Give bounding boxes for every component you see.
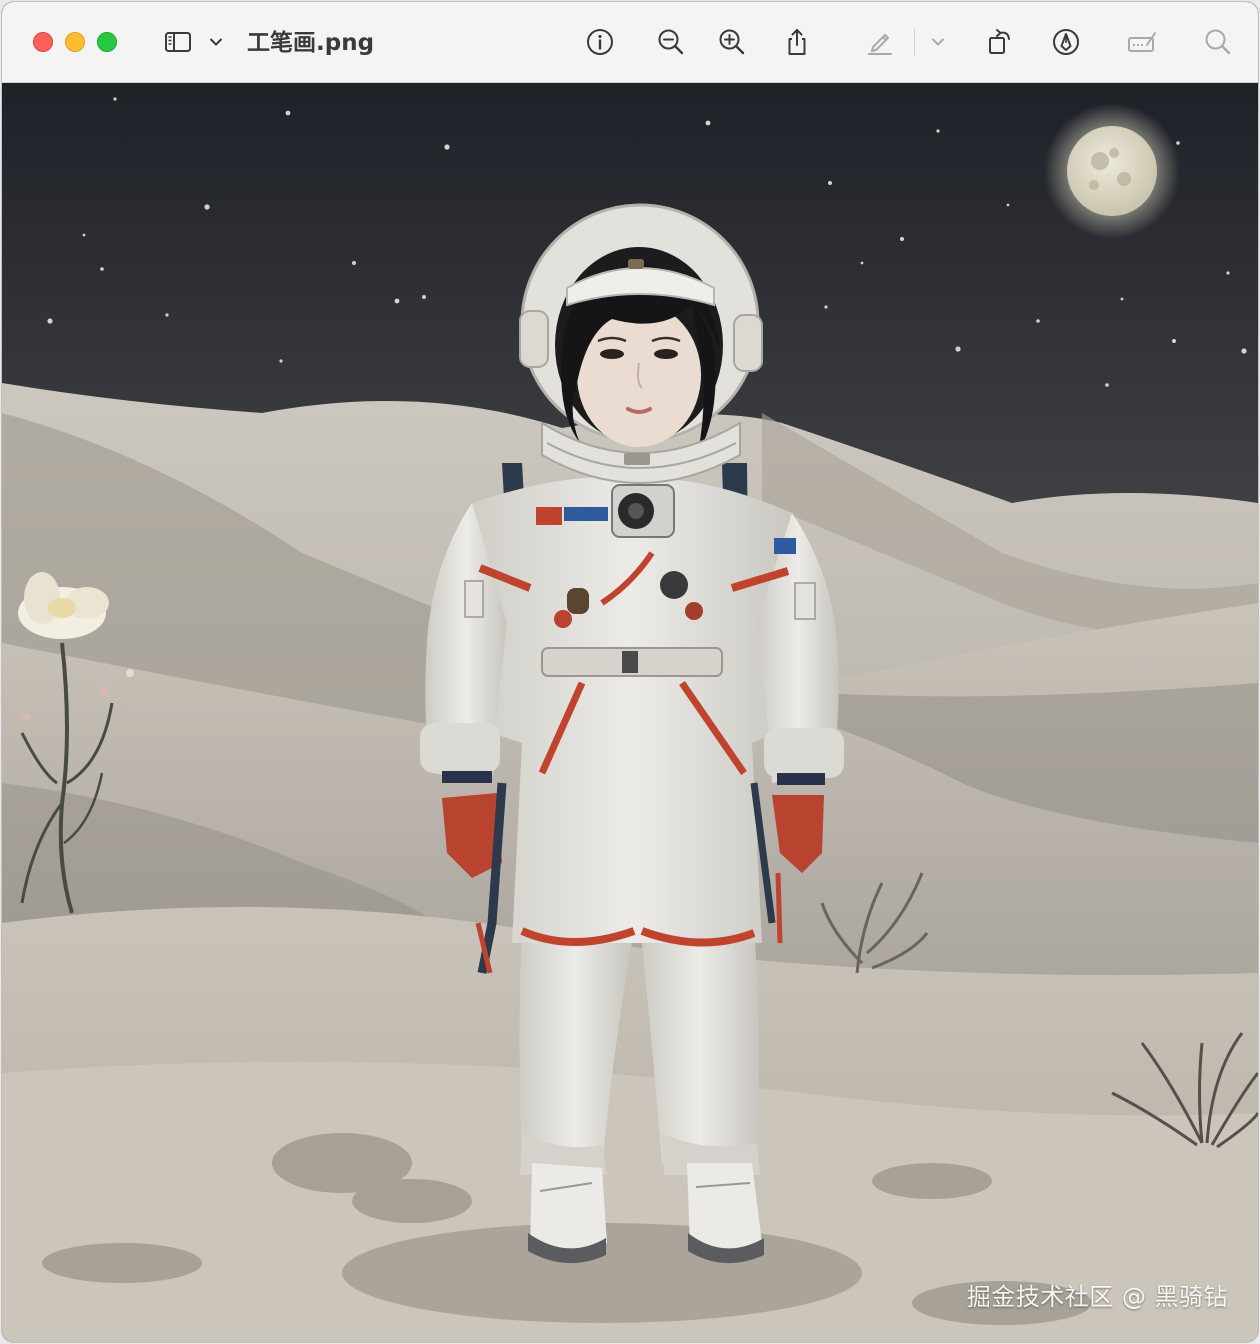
moon: [1067, 126, 1157, 216]
window-title: 工笔画.png: [247, 30, 375, 56]
zoom-in-button[interactable]: [714, 24, 750, 60]
info-icon: [587, 29, 613, 55]
search-button[interactable]: [1200, 24, 1236, 60]
chevron-down-icon: [210, 38, 222, 46]
pen-circle-icon: [1053, 29, 1079, 55]
toolbar: 工笔画.png: [2, 2, 1258, 83]
share-icon: [788, 29, 806, 55]
signature-icon: [1128, 32, 1156, 52]
chevron-down-icon: [932, 38, 944, 46]
astronaut-girl-painting: [2, 83, 1258, 1342]
watermark: 掘金技术社区 @ 黑骑钻: [966, 1283, 1228, 1311]
share-button[interactable]: [779, 24, 815, 60]
sidebar-toggle-button[interactable]: [160, 24, 196, 60]
image-canvas[interactable]: 掘金技术社区 @ 黑骑钻: [2, 83, 1258, 1342]
zoom-in-icon: [719, 29, 745, 55]
rotate-icon: [989, 29, 1010, 54]
zoom-out-icon: [658, 29, 684, 55]
markup-menu-button[interactable]: [920, 24, 956, 60]
pencil-icon: [868, 34, 892, 55]
minimize-button[interactable]: [65, 32, 85, 52]
form-fill-button[interactable]: [1124, 24, 1160, 60]
close-button[interactable]: [33, 32, 53, 52]
zoom-button[interactable]: [97, 32, 117, 52]
sidebar-menu-button[interactable]: [198, 24, 234, 60]
preview-window: 工笔画.png 掘金技术社区 @ 黑骑钻: [2, 2, 1258, 1342]
info-button[interactable]: [582, 24, 618, 60]
markup-pen-button[interactable]: [1048, 24, 1084, 60]
sidebar-icon: [165, 32, 191, 52]
markup-button[interactable]: [862, 24, 898, 60]
search-icon: [1205, 29, 1231, 55]
zoom-out-button[interactable]: [653, 24, 689, 60]
toolbar-separator: [914, 28, 915, 56]
rotate-button[interactable]: [982, 24, 1018, 60]
